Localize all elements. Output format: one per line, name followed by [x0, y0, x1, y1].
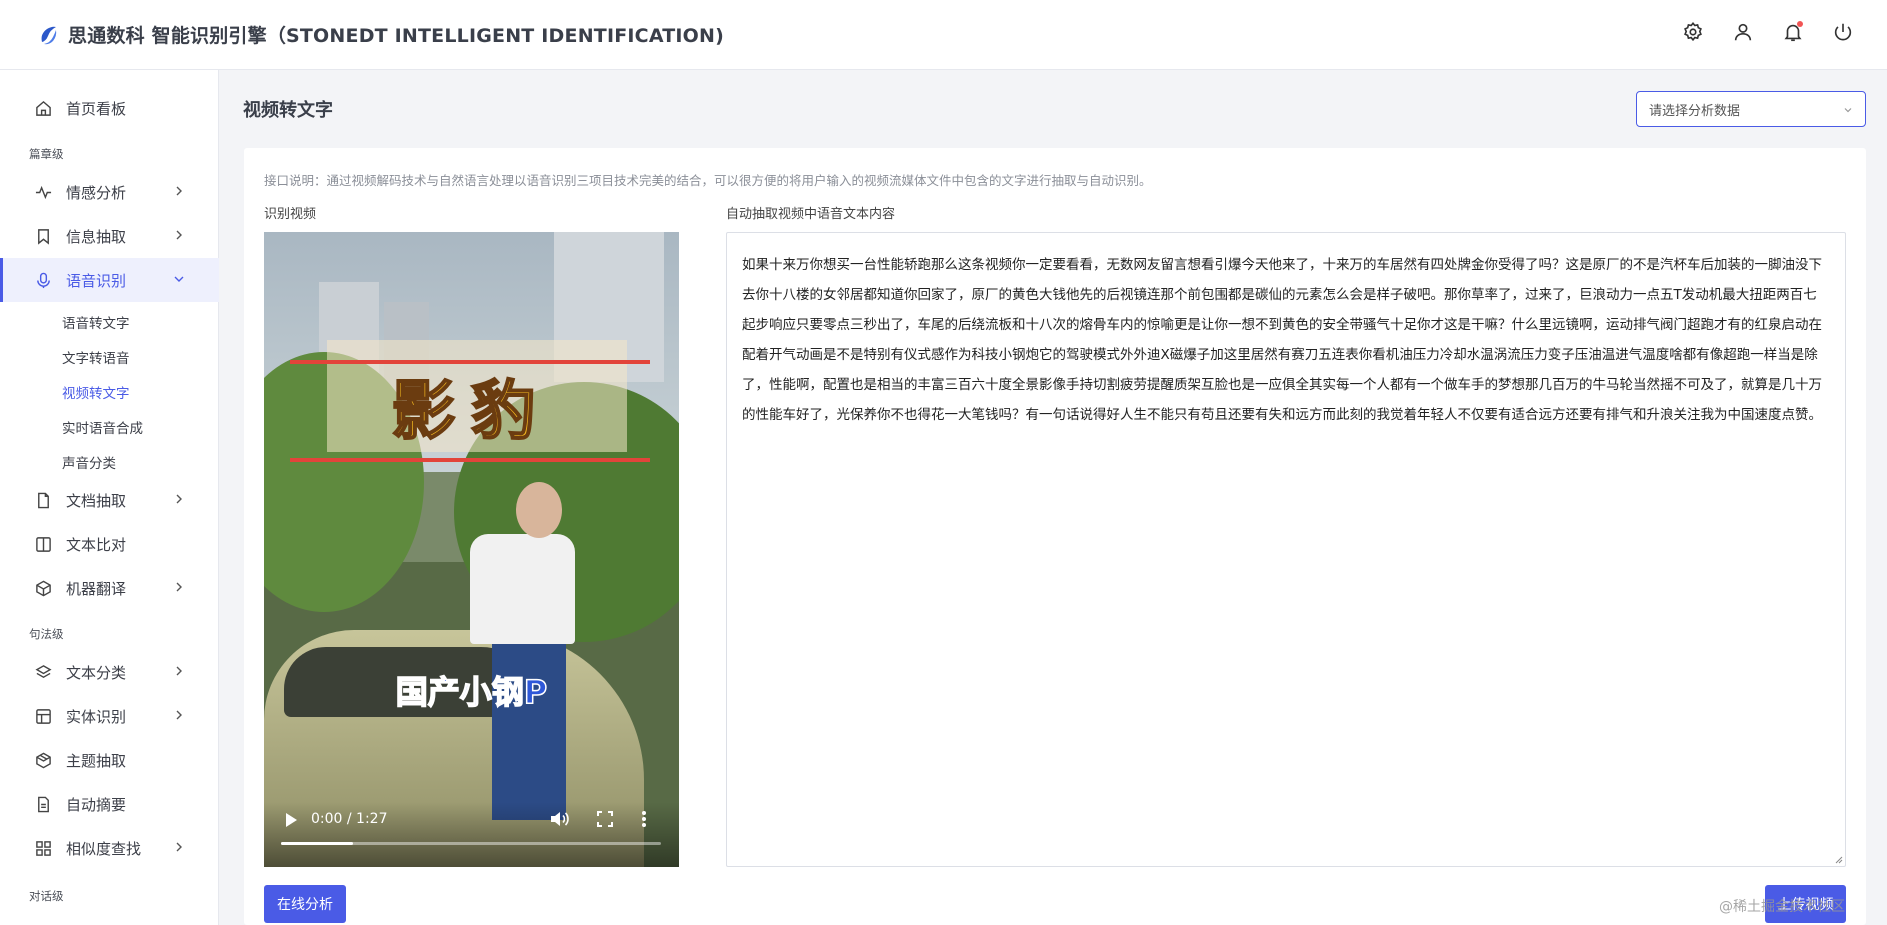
sidebar-item-text-compare[interactable]: 文本比对 [0, 522, 219, 566]
video-label: 识别视频 [264, 207, 317, 222]
sidebar-item-sentiment[interactable]: 情感分析 [0, 170, 219, 214]
home-icon [34, 99, 52, 117]
volume-icon[interactable] [549, 809, 569, 829]
video-title-overlay: 影豹 [391, 374, 552, 450]
group-label-chapter: 篇章级 [29, 147, 64, 161]
chevron-right-icon [176, 666, 182, 676]
sidebar-item-label: 自动摘要 [66, 795, 127, 814]
sidebar-item-text-class[interactable]: 文本分类 [0, 650, 219, 694]
chevron-right-icon [176, 582, 182, 592]
sidebar-item-label: 机器翻译 [66, 579, 127, 598]
sidebar-item-info-extract[interactable]: 信息抽取 [0, 214, 219, 258]
chevron-right-icon [176, 230, 182, 240]
video-subtitle-overlay: 国产小钢P [395, 672, 548, 712]
columns-icon [34, 535, 52, 553]
video-progress-fill [281, 842, 354, 845]
app-title: 思通数科 智能识别引擎（STONEDT INTELLIGENT IDENTIFI… [68, 25, 725, 47]
power-icon[interactable] [1831, 20, 1855, 44]
chevron-down-icon [1844, 108, 1852, 113]
watermark: @稀土掘金技术社区 [1719, 899, 1845, 915]
group-label-dialog: 对话级 [29, 889, 64, 903]
sidebar-sub-text-to-speech[interactable]: 文字转语音 [62, 347, 130, 367]
sidebar-item-topic[interactable]: 主题抽取 [0, 738, 219, 782]
sidebar-item-doc-extract[interactable]: 文档抽取 [0, 478, 219, 522]
sidebar-item-summary[interactable]: 自动摘要 [0, 782, 219, 826]
api-description: 接口说明：通过视频解码技术与自然语言处理以语音识别三项目技术完美的结合，可以很方… [264, 173, 1152, 188]
notification-dot [1797, 21, 1803, 27]
sidebar-item-similarity[interactable]: 相似度查找 [0, 826, 219, 870]
transcript-textarea[interactable]: 如果十来万你想买一台性能轿跑那么这条视频你一定要看看，无数网友留言想看引爆今天他… [726, 232, 1846, 867]
top-header: 思通数科 智能识别引擎（STONEDT INTELLIGENT IDENTIFI… [0, 0, 1887, 70]
file-text-icon [34, 795, 52, 813]
analysis-data-select[interactable]: 请选择分析数据 [1636, 91, 1866, 127]
sidebar-item-label: 情感分析 [66, 183, 127, 202]
chevron-down-icon [174, 276, 184, 282]
bookmark-icon [34, 227, 52, 245]
sidebar-item-entity[interactable]: 实体识别 [0, 694, 219, 738]
gear-icon[interactable] [1681, 20, 1705, 44]
microphone-icon [34, 271, 52, 289]
transcript-label: 自动抽取视频中语音文本内容 [726, 207, 896, 222]
sidebar-item-label: 实体识别 [66, 707, 127, 726]
sidebar-item-speech[interactable]: 语音识别 [0, 258, 219, 302]
video-player[interactable]: 影豹 国产小钢P 0:00 / 1:27 [264, 232, 679, 867]
sidebar-item-label: 文本比对 [66, 535, 127, 554]
more-vertical-icon[interactable] [641, 810, 647, 828]
sidebar-item-label: 文本分类 [66, 663, 127, 682]
sidebar-item-label: 文档抽取 [66, 491, 127, 510]
file-icon [34, 491, 52, 509]
video-frame-person [516, 482, 562, 538]
sidebar-item-label: 相似度查找 [66, 839, 142, 858]
play-icon[interactable] [284, 812, 298, 828]
video-red-line [290, 458, 650, 462]
sidebar-sub-video-to-text[interactable]: 视频转文字 [62, 382, 130, 402]
logo: 思通数科 智能识别引擎（STONEDT INTELLIGENT IDENTIFI… [38, 21, 724, 48]
sidebar-item-label: 信息抽取 [66, 227, 127, 246]
chevron-right-icon [176, 842, 182, 852]
select-placeholder: 请选择分析数据 [1649, 103, 1741, 119]
grid-icon [34, 839, 52, 857]
fullscreen-icon[interactable] [597, 811, 613, 827]
codesandbox-icon [34, 579, 52, 597]
chevron-right-icon [176, 494, 182, 504]
resize-grip-icon[interactable] [1833, 854, 1843, 864]
group-label-sentence: 句法级 [29, 627, 64, 641]
chevron-right-icon [176, 710, 182, 720]
sidebar-item-label: 首页看板 [66, 99, 127, 118]
layers-icon [34, 663, 52, 681]
user-icon[interactable] [1731, 20, 1755, 44]
sidebar-sub-sound-class[interactable]: 声音分类 [62, 452, 116, 472]
chevron-right-icon [176, 186, 182, 196]
sidebar-sub-realtime-tts[interactable]: 实时语音合成 [62, 417, 143, 437]
online-analyze-button[interactable]: 在线分析 [264, 885, 346, 923]
logo-icon [41, 26, 57, 44]
video-time: 0:00 / 1:27 [311, 811, 388, 827]
sidebar-sub-speech-to-text[interactable]: 语音转文字 [62, 312, 130, 332]
page-title: 视频转文字 [243, 100, 333, 121]
sidebar: 首页看板 篇章级 情感分析 信息抽取 语音识别 语音转文字 文字转语音 视频转文… [0, 70, 219, 925]
activity-icon [34, 183, 52, 201]
sidebar-item-machine-translate[interactable]: 机器翻译 [0, 566, 219, 610]
layout-icon [34, 707, 52, 725]
bell-icon[interactable] [1781, 20, 1805, 44]
sidebar-item-label: 主题抽取 [66, 751, 127, 770]
sidebar-item-label: 语音识别 [66, 271, 127, 290]
sidebar-item-home[interactable]: 首页看板 [0, 86, 219, 130]
video-frame-person [470, 534, 575, 644]
package-icon [34, 751, 52, 769]
